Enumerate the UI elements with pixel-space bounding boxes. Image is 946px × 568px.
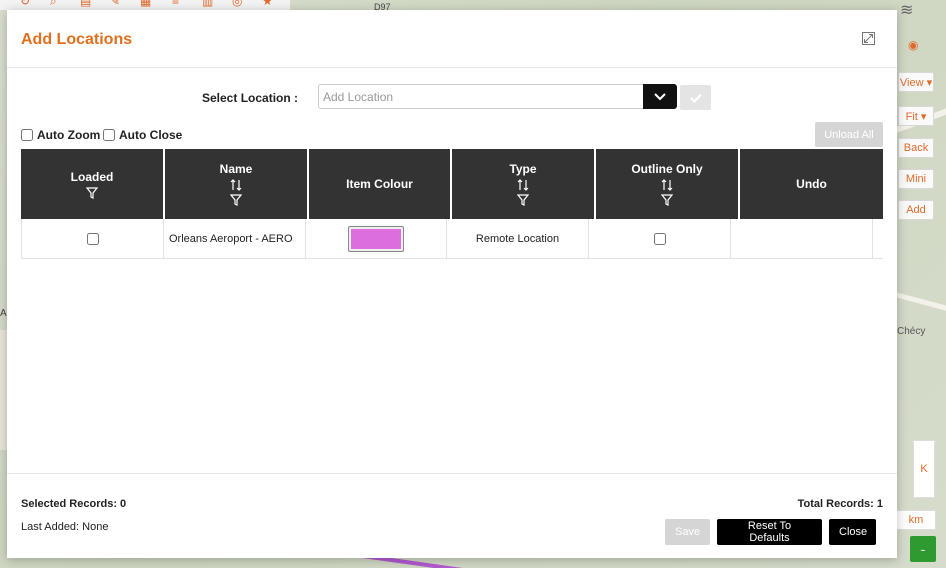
dialog-footer: Selected Records: 0 Last Added: None Tot… <box>7 473 897 558</box>
sort-icon[interactable] <box>661 179 673 191</box>
reset-to-defaults-button[interactable]: Reset To Defaults <box>717 519 822 545</box>
locations-table: Loaded Name Item Colour Type Outline Onl… <box>21 149 883 259</box>
table-header: Loaded Name Item Colour Type Outline Onl… <box>21 149 883 219</box>
auto-close-option[interactable]: Auto Close <box>103 128 182 142</box>
column-title: Name <box>219 162 253 176</box>
map-scale: km <box>896 510 936 530</box>
map-place-label: A <box>0 308 7 319</box>
last-added-info: Last Added: None <box>21 521 109 533</box>
dialog-title: Add Locations <box>21 31 133 48</box>
column-header-outline-only: Outline Only <box>596 149 738 219</box>
column-header-type: Type <box>452 149 594 219</box>
map-k-button[interactable]: K <box>913 440 935 498</box>
table-row: Orleans Aeroport - AERO Remote Location <box>21 219 883 259</box>
map-add-button[interactable]: Add <box>898 200 934 220</box>
search-icon[interactable]: ⌕ <box>50 0 64 8</box>
outline-only-cell <box>588 219 730 258</box>
location-input[interactable] <box>318 84 643 109</box>
auto-close-label: Auto Close <box>119 128 183 142</box>
location-dropdown-button[interactable] <box>643 84 677 109</box>
clipboard-icon[interactable]: ▥ <box>202 0 216 8</box>
unload-all-button[interactable]: Unload All <box>815 122 883 147</box>
total-records-count: Total Records: 1 <box>797 498 883 510</box>
filter-icon[interactable] <box>230 194 242 206</box>
column-title: Loaded <box>70 169 114 184</box>
selected-records-count: Selected Records: 0 <box>21 498 127 510</box>
star-icon[interactable]: ★ <box>262 0 276 8</box>
zoom-out-button[interactable]: - <box>910 536 936 562</box>
undo-cell <box>730 219 873 258</box>
map-fit-button[interactable]: Fit ▾ <box>898 106 934 126</box>
loaded-cell <box>21 219 163 258</box>
column-header-undo: Undo <box>740 149 883 219</box>
select-location-label: Select Location : <box>202 91 299 105</box>
column-title: Outline Only <box>631 162 703 176</box>
pencil-icon[interactable]: ✎ <box>110 0 124 8</box>
column-header-name: Name <box>165 149 307 219</box>
item-colour-cell <box>305 219 446 258</box>
calendar-icon[interactable]: ▦ <box>140 0 154 8</box>
filter-icon[interactable] <box>661 194 673 206</box>
map-view-button[interactable]: View ▾ <box>898 72 934 92</box>
refresh-icon[interactable]: ↻ <box>20 0 34 8</box>
auto-zoom-label: Auto Zoom <box>37 128 101 142</box>
stack-icon[interactable]: ≋ <box>900 0 930 19</box>
column-title: Type <box>509 162 537 176</box>
print-icon[interactable]: ▤ <box>80 0 94 8</box>
colour-swatch <box>351 228 401 249</box>
column-title: Item Colour <box>346 177 413 191</box>
map-place-label: Chécy <box>897 326 926 337</box>
map-road <box>895 292 946 313</box>
column-title: Undo <box>796 177 827 191</box>
type-cell: Remote Location <box>446 219 588 258</box>
map-toolbar: ↻ ⌕ ▤ ✎ ▦ ≡ ▥ ◎ ★ <box>0 0 290 10</box>
eye-slash-icon[interactable]: ◉ <box>908 38 934 58</box>
close-button[interactable]: Close <box>829 519 876 545</box>
outline-only-checkbox[interactable] <box>653 232 666 245</box>
auto-zoom-option[interactable]: Auto Zoom <box>21 128 100 142</box>
add-locations-dialog: Add Locations Select Location : Auto Zoo… <box>7 10 897 558</box>
column-header-loaded: Loaded <box>21 149 163 219</box>
column-header-item-colour: Item Colour <box>309 149 450 219</box>
map-mini-button[interactable]: Mini <box>898 169 934 189</box>
confirm-location-button[interactable] <box>680 85 711 110</box>
filter-icon[interactable] <box>86 186 98 199</box>
colour-picker-button[interactable] <box>348 225 404 252</box>
dialog-header: Add Locations <box>7 10 897 68</box>
filter-icon[interactable] <box>517 194 529 206</box>
auto-close-checkbox[interactable] <box>103 129 115 141</box>
map-back-button[interactable]: Back <box>898 138 934 158</box>
check-icon <box>689 93 702 103</box>
name-cell: Orleans Aeroport - AERO <box>163 219 305 258</box>
loaded-checkbox[interactable] <box>86 232 99 245</box>
sort-icon[interactable] <box>517 179 529 191</box>
target-icon[interactable]: ◎ <box>232 0 246 8</box>
expand-icon[interactable] <box>862 32 875 45</box>
sort-icon[interactable] <box>230 179 242 191</box>
auto-zoom-checkbox[interactable] <box>21 129 33 141</box>
save-button[interactable]: Save <box>665 519 710 545</box>
chevron-down-icon <box>654 92 666 100</box>
layers-icon[interactable]: ≡ <box>172 0 186 8</box>
